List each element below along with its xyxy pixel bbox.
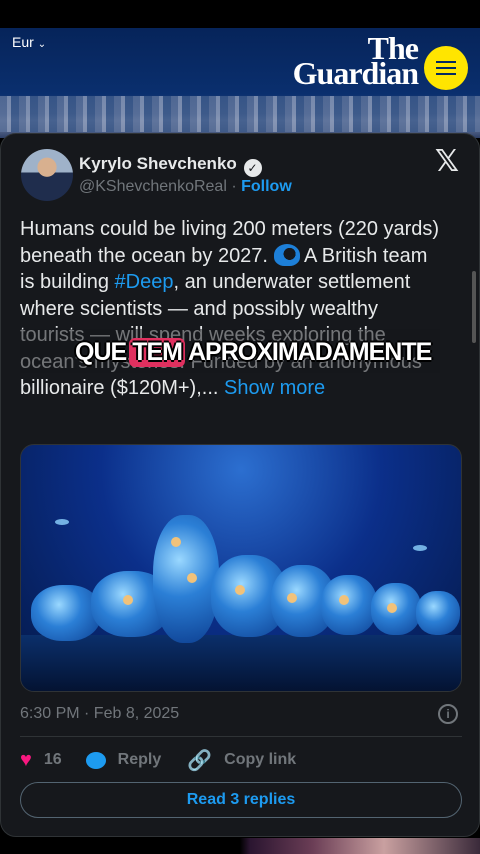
- edition-selector[interactable]: Eur ⌄: [12, 34, 46, 50]
- video-caption: QUE TEM APROXIMADAMENTE: [75, 335, 432, 369]
- verified-badge-icon: ✓: [243, 159, 262, 177]
- reply-button[interactable]: Reply: [118, 751, 162, 769]
- hashtag-link[interactable]: #Deep: [115, 271, 174, 293]
- caption-word: QUE: [75, 337, 127, 366]
- bottom-video-strip: [0, 838, 480, 854]
- author-handle[interactable]: @KShevchenkoReal: [79, 178, 227, 195]
- scrollbar[interactable]: [472, 271, 476, 343]
- caption-word-highlight: TEM: [129, 337, 185, 367]
- tweet-timestamp[interactable]: 6:30 PM · Feb 8, 2025: [20, 705, 179, 723]
- embedded-tweet: Kyrylo Shevchenko ✓ @KShevchenkoReal · F…: [0, 133, 480, 837]
- follow-button[interactable]: Follow: [241, 178, 292, 195]
- habitat-tower: [153, 515, 219, 643]
- link-icon[interactable]: 🔗: [187, 748, 212, 773]
- habitat-pod: [416, 591, 460, 635]
- caption-word: APROXIMADAMENTE: [187, 337, 432, 366]
- handle-line: @KShevchenkoReal · Follow: [79, 178, 292, 195]
- read-replies-button[interactable]: Read 3 replies: [20, 782, 462, 818]
- fish: [55, 519, 69, 525]
- show-more-link[interactable]: Show more: [224, 377, 325, 399]
- info-icon[interactable]: i: [438, 704, 458, 724]
- divider: [20, 736, 462, 737]
- author-name-text: Kyrylo Shevchenko: [79, 154, 237, 173]
- heart-icon[interactable]: ♥: [20, 749, 32, 772]
- like-count: 16: [43, 751, 62, 768]
- guardian-logo[interactable]: The Guardian: [272, 32, 419, 91]
- tweet-text: Humans could be living 200 meters (220 y…: [20, 218, 440, 399]
- logo-line-2: Guardian: [292, 55, 419, 91]
- edition-label: Eur: [12, 34, 34, 50]
- hamburger-icon: [436, 61, 456, 63]
- reply-bubble-icon[interactable]: [85, 751, 106, 769]
- tweet-actions: ♥ 16 Reply 🔗 Copy link: [20, 748, 296, 772]
- seabed: [21, 635, 461, 691]
- habitat-pod: [31, 585, 101, 641]
- chevron-down-icon: ⌄: [37, 39, 47, 50]
- author-name[interactable]: Kyrylo Shevchenko ✓: [79, 154, 262, 177]
- wave-emoji-icon: [273, 243, 300, 266]
- copy-link-button[interactable]: Copy link: [224, 751, 296, 769]
- header-ocean-image: [0, 96, 480, 132]
- x-logo-icon[interactable]: 𝕏: [433, 147, 461, 177]
- tweet-image[interactable]: [20, 444, 462, 692]
- fish: [413, 545, 427, 551]
- habitat-pod: [321, 575, 377, 635]
- avatar[interactable]: [21, 149, 73, 201]
- menu-button[interactable]: [424, 46, 468, 90]
- guardian-header: Eur ⌄ The Guardian: [0, 28, 480, 138]
